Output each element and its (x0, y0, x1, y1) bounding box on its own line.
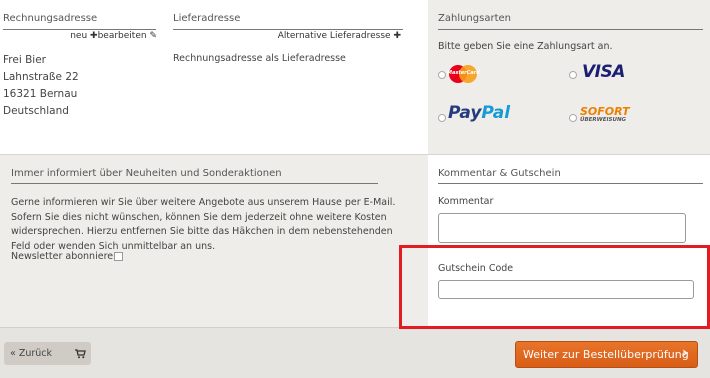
billing-edit-label: bearbeiten (97, 31, 147, 41)
billing-rule (3, 29, 156, 30)
alt-delivery-label: Alternative Lieferadresse (277, 31, 391, 41)
newsletter-rule (11, 183, 378, 184)
alt-delivery-link[interactable]: Alternative Lieferadresse ✚ (173, 31, 401, 41)
comment-textarea[interactable] (438, 213, 686, 243)
paypal-logo-pay: Pay (448, 103, 482, 123)
delivery-title: Lieferadresse (173, 13, 241, 24)
back-button-label: « Zurück (10, 348, 53, 359)
comment-title: Kommentar & Gutschein (438, 168, 561, 179)
cart-icon (75, 349, 86, 359)
comment-rule (438, 183, 703, 184)
panel-divider (0, 154, 710, 155)
mastercard-text: MasterCard (447, 70, 480, 76)
address-line: Deutschland (3, 105, 69, 117)
payment-radio-sofort[interactable] (569, 114, 577, 122)
payment-radio-mastercard[interactable] (438, 71, 446, 79)
next-button[interactable]: Weiter zur Bestellüberprüfung › (515, 341, 698, 368)
address-line: 16321 Bernau (3, 88, 78, 100)
payment-radio-visa[interactable] (569, 71, 577, 79)
newsletter-checkbox[interactable] (114, 252, 123, 261)
plus-icon: ✚ (393, 31, 401, 41)
paypal-logo-pal: Pal (481, 103, 511, 123)
chevron-right-icon: › (682, 345, 688, 361)
sofort-logo-top: SOFORT (580, 105, 630, 118)
address-line: Lahnstraße 22 (3, 71, 79, 83)
billing-title: Rechnungsadresse (3, 13, 98, 24)
payment-title: Zahlungsarten (438, 13, 511, 24)
payment-prompt: Bitte geben Sie eine Zahlungsart an. (438, 41, 613, 52)
paypal-logo-icon[interactable]: PayPal (448, 103, 510, 123)
comment-label: Kommentar (438, 196, 494, 207)
mastercard-logo-icon[interactable]: MasterCard (447, 64, 480, 84)
billing-edit-link[interactable]: neu ✚bearbeiten ✎ (3, 31, 157, 41)
next-button-label: Weiter zur Bestellüberprüfung (523, 348, 689, 361)
plus-icon: ✚ (90, 31, 98, 41)
delivery-rule (173, 29, 403, 30)
payment-radio-paypal[interactable] (438, 114, 446, 122)
billing-address: Frei Bier Lahnstraße 22 16321 Bernau Deu… (3, 52, 79, 120)
address-line: Frei Bier (3, 54, 46, 66)
sofort-logo-icon[interactable]: SOFORT ÜBERWEISUNG (580, 106, 636, 124)
delivery-same-text: Rechnungsadresse als Lieferadresse (173, 53, 346, 64)
newsletter-title: Immer informiert über Neuheiten und Sond… (11, 168, 282, 179)
sofort-logo-bottom: ÜBERWEISUNG (580, 117, 627, 123)
payment-rule (438, 29, 703, 30)
coupon-highlight-box (399, 245, 710, 329)
visa-logo-icon[interactable]: VISA (582, 62, 625, 82)
newsletter-checkbox-label: Newsletter abonnieren (11, 251, 120, 262)
newsletter-body: Gerne informieren wir Sie über weitere A… (11, 197, 396, 252)
billing-edit-prefix: neu (70, 31, 88, 41)
pencil-icon: ✎ (149, 31, 157, 41)
back-button[interactable]: « Zurück (4, 342, 91, 365)
